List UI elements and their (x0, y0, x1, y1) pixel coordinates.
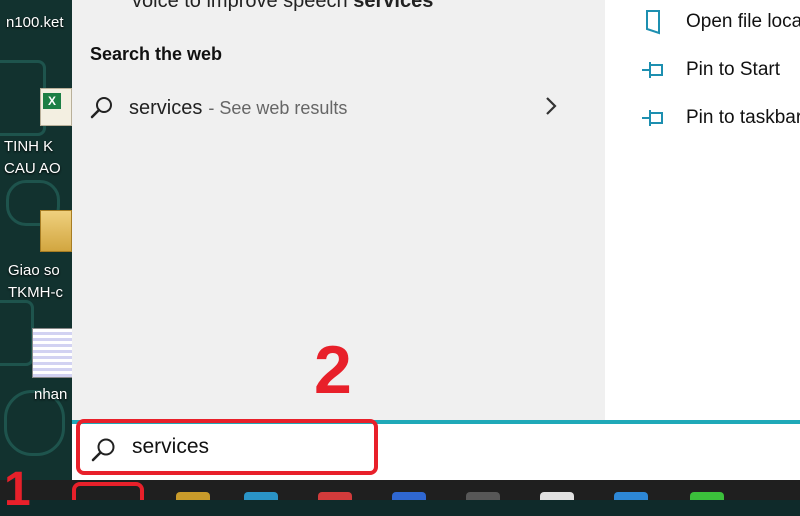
start-search-flyout: voice to improve speech services Search … (0, 0, 800, 480)
result-text-bold: services (353, 0, 434, 12)
result-text: voice to improve speech (132, 0, 354, 12)
taskbar-app-icon[interactable] (466, 492, 500, 500)
taskbar-app-icon[interactable] (318, 492, 352, 500)
open-file-location-icon (640, 9, 666, 35)
previous-result-text[interactable]: voice to improve speech services (132, 0, 433, 13)
pin-to-taskbar-action[interactable]: Pin to taskbar (640, 100, 800, 136)
taskbar-app-icon[interactable] (540, 492, 574, 500)
search-icon (89, 95, 115, 121)
web-section-heading: Search the web (90, 44, 223, 64)
web-result-query: services (129, 96, 203, 119)
taskbar-app-icon[interactable] (614, 492, 648, 500)
context-action-label: Pin to Start (686, 59, 780, 80)
taskbar-app-icon[interactable] (690, 492, 724, 500)
taskbar-app-icon[interactable] (392, 492, 426, 500)
step-2-highlight (76, 419, 378, 475)
web-search-result[interactable]: services - See web results (85, 88, 575, 128)
pin-icon (640, 57, 666, 83)
context-action-label: Pin to taskbar (686, 107, 800, 128)
pin-to-start-action[interactable]: Pin to Start (640, 52, 800, 88)
step-2-annotation: 2 (314, 332, 352, 408)
web-result-suffix: - See web results (208, 97, 348, 118)
context-action-label: Open file loca (686, 11, 800, 32)
start-button-highlight[interactable] (72, 482, 144, 500)
open-file-location-action[interactable]: Open file loca (640, 4, 800, 40)
chevron-right-icon[interactable] (542, 94, 562, 118)
taskbar-app-icon[interactable] (244, 492, 278, 500)
step-1-annotation: 1 (4, 463, 31, 516)
pin-icon (640, 105, 666, 131)
taskbar-app-icon[interactable] (176, 492, 210, 500)
